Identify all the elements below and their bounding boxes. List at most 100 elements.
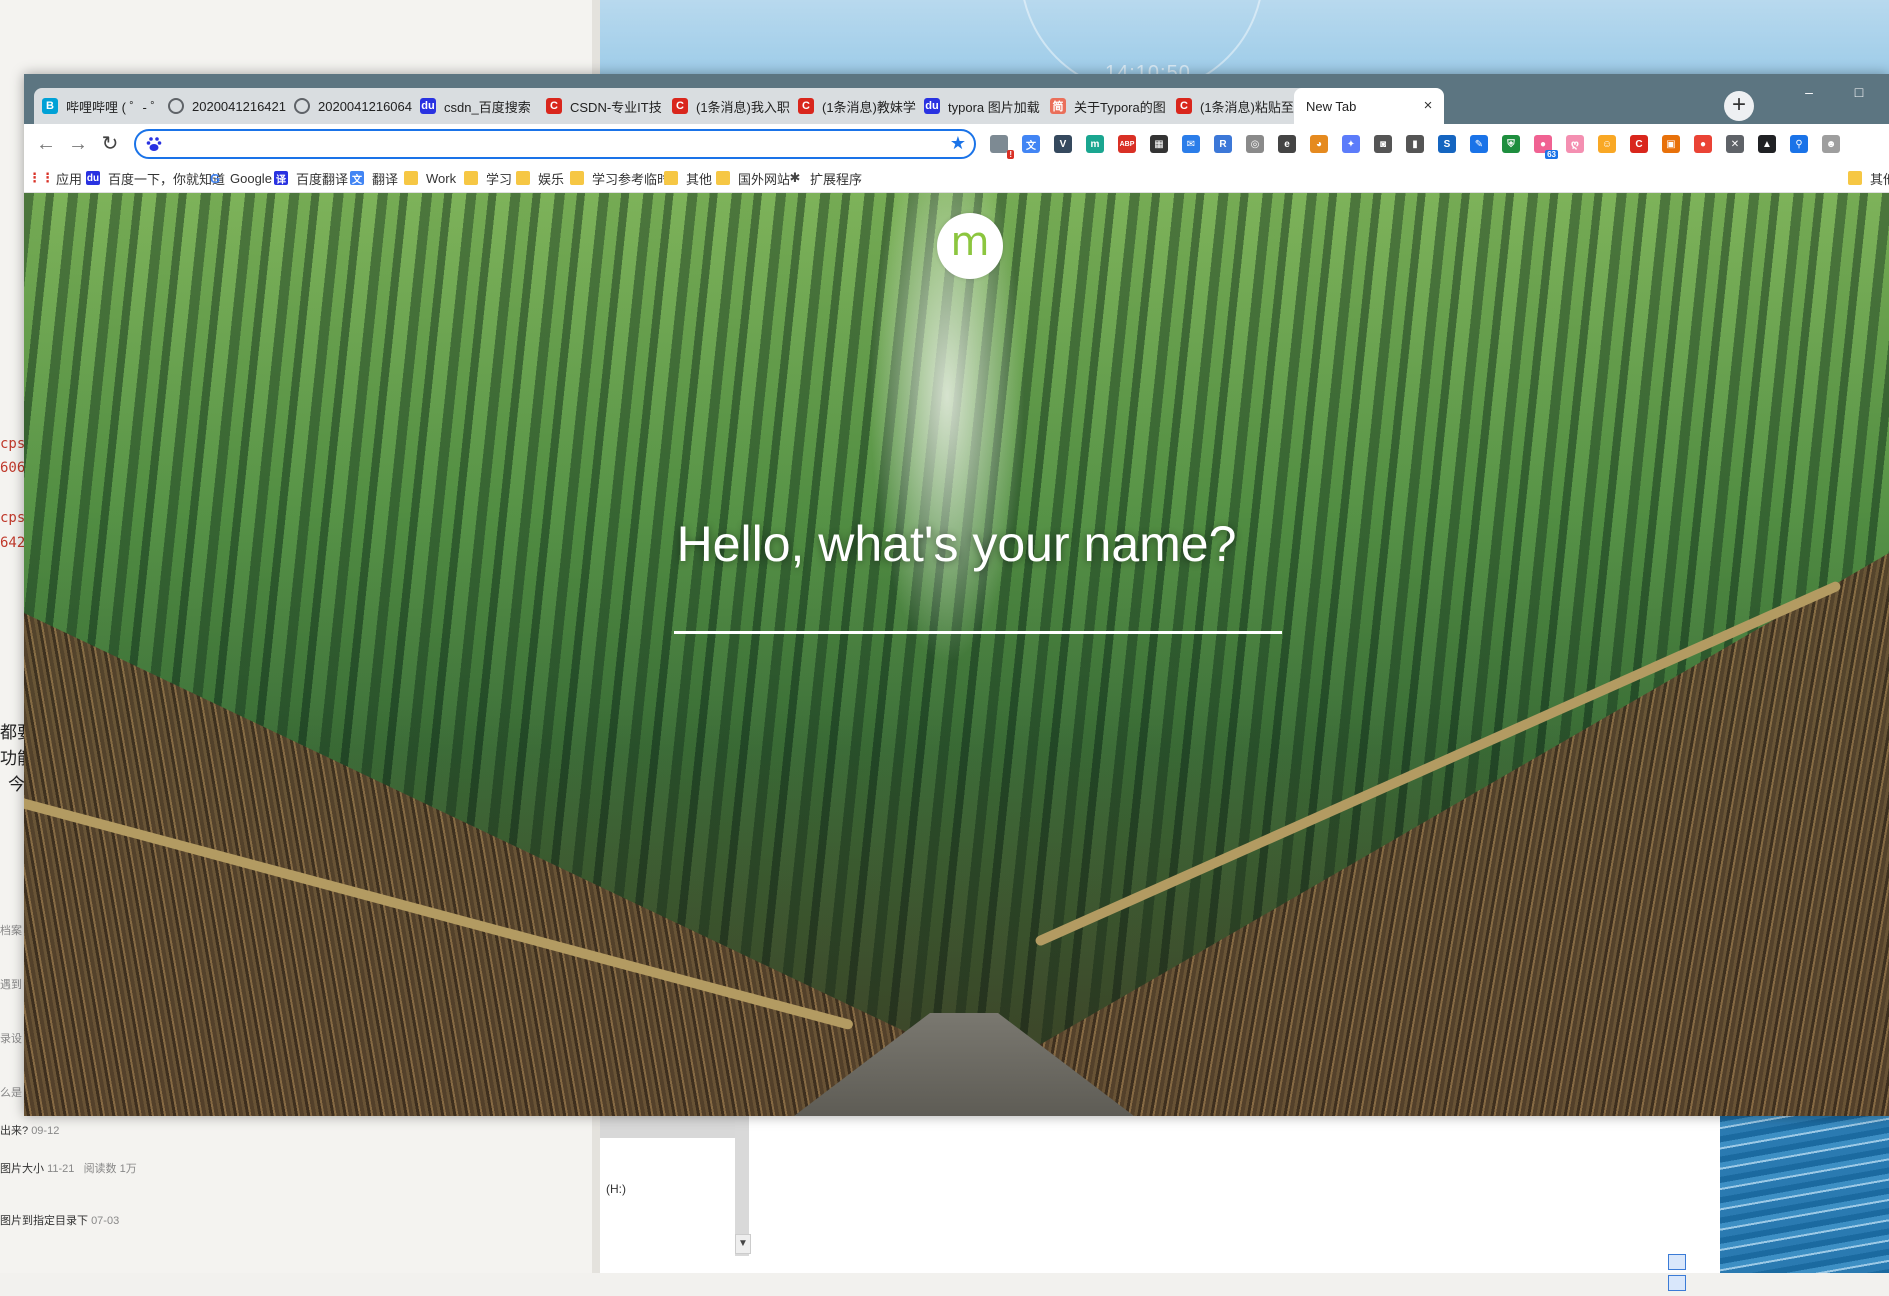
tab-close-icon[interactable]: × xyxy=(1420,98,1436,114)
ext-c-icon[interactable]: C xyxy=(1630,135,1648,153)
baidu-icon: du xyxy=(924,98,940,114)
bookmark-label: 百度翻译 xyxy=(296,171,349,187)
bg-list-stub: 档案 xyxy=(0,925,22,937)
bookmark-item[interactable]: Work xyxy=(404,168,456,188)
bookmark-item[interactable]: 文翻译 xyxy=(350,168,398,188)
bookmark-item[interactable]: 国外网站 xyxy=(716,168,790,188)
ext-gamepad-icon[interactable]: ◙ xyxy=(1374,135,1392,153)
bg-code-text: cps xyxy=(0,510,26,526)
browser-toolbar: ← → ↻ ★ ! 文 Vm ABP ▦ ✉ R ◎ e ◕ ✦ ◙ ▮ S ✎ ⛨ ● 63 ღ ☺ C ▣ ● ✕ ▲ ⚲ ☻ xyxy=(24,124,1889,164)
name-input[interactable] xyxy=(674,579,1282,634)
ext-search-icon[interactable]: ⚲ xyxy=(1790,135,1808,153)
tab-title: typora 图片加载 xyxy=(948,99,1040,115)
ext-weibo-icon[interactable]: ◎ xyxy=(1246,135,1264,153)
ext-panel-icon[interactable]: ▣ xyxy=(1662,135,1680,153)
extensions-toolbar: ! 文 Vm ABP ▦ ✉ R ◎ e ◕ ✦ ◙ ▮ S ✎ ⛨ ● 63 ღ ☺ C ▣ ● ✕ ▲ ⚲ ☻ xyxy=(990,135,1854,159)
ext-adblock-icon[interactable]: ABP xyxy=(1118,135,1136,153)
scroll-down-arrow-icon[interactable]: ▼ xyxy=(735,1234,751,1254)
apps-grid-icon: ⋮⋮ xyxy=(28,170,54,185)
ext-dark-icon[interactable]: ▲ xyxy=(1758,135,1776,153)
ext-momentum-icon[interactable]: m xyxy=(1086,135,1104,153)
folder-icon xyxy=(716,171,730,185)
bilibili-icon: B xyxy=(42,98,58,114)
tab-new-tab[interactable]: New Tab × xyxy=(1294,88,1444,124)
bookmark-item[interactable]: 其他 xyxy=(664,168,712,188)
bg-article-link: 出来? 09-12 xyxy=(0,1125,60,1137)
bookmark-item[interactable]: ⋮⋮ 应用 xyxy=(28,168,82,188)
baidu-translate-icon: 译 xyxy=(274,171,288,186)
large-icons-view-icon[interactable] xyxy=(1668,1275,1686,1291)
csdn-icon: C xyxy=(672,98,688,114)
bookmark-item[interactable]: 娱乐 xyxy=(516,168,564,188)
tab-title: 关于Typora的图 xyxy=(1074,99,1166,115)
momentum-logo[interactable]: m xyxy=(937,213,1003,279)
ext-drop-icon[interactable]: ● xyxy=(1694,135,1712,153)
bookmark-item[interactable]: G Google xyxy=(208,168,272,188)
csdn-icon: C xyxy=(546,98,562,114)
tab-title: (1条消息)我入职 xyxy=(696,99,790,115)
ext-translate-icon[interactable]: 文 xyxy=(1022,135,1040,153)
folder-icon xyxy=(464,171,478,185)
ext-puzzle-icon[interactable]: ! xyxy=(990,135,1014,159)
bookmark-label: 翻译 xyxy=(372,171,399,187)
ext-pig-icon[interactable]: ღ xyxy=(1566,135,1584,153)
new-tab-button[interactable]: + xyxy=(1724,91,1754,121)
ext-pen-icon[interactable]: ✎ xyxy=(1470,135,1488,153)
ext-edge-icon[interactable]: e xyxy=(1278,135,1296,153)
reload-icon[interactable]: ↻ xyxy=(98,132,122,156)
browser-window: B哔哩哔哩 ( ゜- ゜×2020041216421×2020041216064… xyxy=(24,74,1889,1116)
bg-list-stub: 遇到 xyxy=(0,979,22,991)
bg-article-link: 图片到指定目录下 07-03 xyxy=(0,1215,120,1227)
bookmark-label: Google xyxy=(230,170,272,186)
view-mode-icons[interactable] xyxy=(1668,1254,1708,1291)
folder-icon xyxy=(570,171,584,185)
folder-icon xyxy=(664,171,678,185)
jianshu-icon: 简 xyxy=(1050,98,1066,114)
address-input[interactable] xyxy=(172,134,936,156)
bookmark-star-icon[interactable]: ★ xyxy=(950,133,966,154)
ext-x-icon[interactable]: ✕ xyxy=(1726,135,1744,153)
bg-article-text: 今 xyxy=(8,775,25,794)
forward-arrow-icon[interactable]: → xyxy=(66,132,90,156)
bookmark-item[interactable]: 学习 xyxy=(464,168,512,188)
ext-s-icon[interactable]: S xyxy=(1438,135,1456,153)
bg-list-stub: 录设 xyxy=(0,1033,22,1045)
baidu-icon: du xyxy=(420,98,436,114)
tab-title: 2020041216064 xyxy=(318,98,412,114)
ext-qrcode-icon[interactable]: ▦ xyxy=(1150,135,1168,153)
bookmark-item[interactable]: 学习参考临时 xyxy=(570,168,670,188)
back-arrow-icon[interactable]: ← xyxy=(34,132,58,156)
ext-reader-icon[interactable]: R xyxy=(1214,135,1232,153)
background-explorer-window xyxy=(600,1116,1720,1273)
bookmark-label: 扩展程序 xyxy=(810,171,863,187)
bookmark-item[interactable]: 译百度翻译 xyxy=(274,168,348,188)
bookmark-item[interactable]: du 百度一下，你就知道 xyxy=(86,168,225,188)
ext-emoji-icon[interactable]: ☺ xyxy=(1598,135,1616,153)
minimize-button[interactable]: – xyxy=(1794,80,1824,104)
greeting-prompt: Hello, what's your name? xyxy=(676,516,1237,572)
tab-title: New Tab xyxy=(1306,98,1357,114)
ext-chat-icon[interactable]: ✉ xyxy=(1182,135,1200,153)
tab-title: 哔哩哔哩 ( ゜- ゜ xyxy=(66,99,160,115)
tab-title: 2020041216421 xyxy=(192,98,286,114)
other-bookmarks-folder[interactable]: 其他 xyxy=(1848,168,1889,188)
ext-cat-icon[interactable]: ● 63 xyxy=(1534,135,1558,159)
ext-bookmark-icon[interactable]: ▮ xyxy=(1406,135,1424,153)
ext-shield-icon[interactable]: ⛨ xyxy=(1502,135,1520,153)
bookmark-label: 国外网站 xyxy=(738,171,791,187)
ext-avatar-icon[interactable]: ☻ xyxy=(1822,135,1840,153)
details-view-icon[interactable] xyxy=(1668,1254,1686,1270)
ext-feather-icon[interactable]: ✦ xyxy=(1342,135,1360,153)
bookmark-item[interactable]: ✱ 扩展程序 xyxy=(788,168,862,188)
tab-title: (1条消息)粘贴至 xyxy=(1200,99,1294,115)
desktop-wallpaper-water xyxy=(1720,1116,1889,1273)
wallpaper-grass-left xyxy=(24,613,924,1116)
address-bar[interactable]: ★ xyxy=(134,129,976,159)
csdn-icon: C xyxy=(1176,98,1192,114)
ext-owl-icon[interactable]: ◕ xyxy=(1310,135,1328,153)
folder-icon xyxy=(1848,171,1862,185)
wallpaper-grass-right xyxy=(1014,553,1889,1116)
maximize-button[interactable]: □ xyxy=(1844,80,1874,104)
ext-vue-icon[interactable]: V xyxy=(1054,135,1072,153)
folder-icon xyxy=(404,171,418,185)
